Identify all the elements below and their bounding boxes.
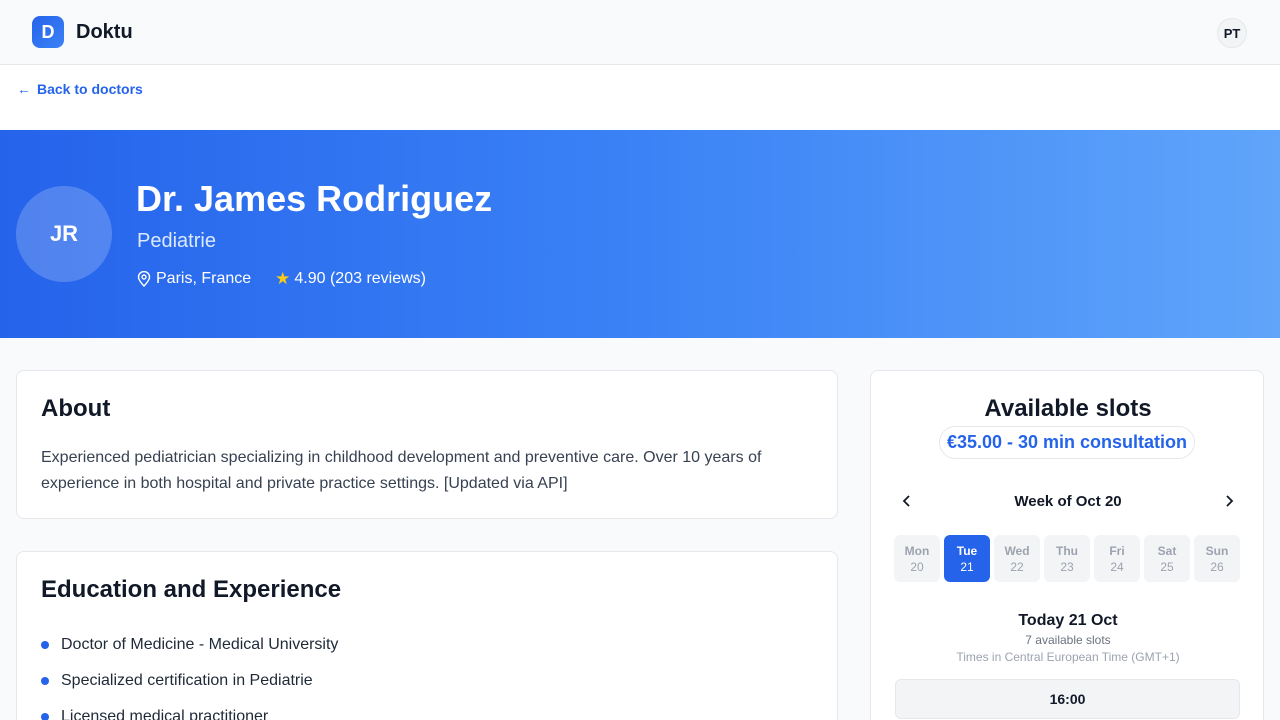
chevron-left-icon [902, 495, 910, 507]
day-number: 23 [1060, 559, 1074, 574]
available-count: 7 available slots [1025, 633, 1111, 647]
top-bar: D Doktu PT [0, 0, 1280, 65]
brand-name: Doktu [76, 20, 133, 43]
week-label: Week of Oct 20 [1014, 492, 1122, 510]
day-fri[interactable]: Fri 24 [1094, 535, 1140, 582]
doctor-rating: 4.90 (203 reviews) [294, 270, 427, 287]
list-item: Doctor of Medicine - Medical University [41, 627, 338, 663]
list-item-label: Licensed medical practitioner [61, 708, 269, 720]
day-name: Wed [1004, 543, 1030, 558]
bullet-icon [41, 641, 49, 649]
day-sun[interactable]: Sun 26 [1194, 535, 1240, 582]
day-thu[interactable]: Thu 23 [1044, 535, 1090, 582]
chevron-right-icon [1226, 495, 1234, 507]
list-item-label: Doctor of Medicine - Medical University [61, 636, 339, 653]
back-link-label: Back to doctors [37, 81, 143, 97]
slots-title: Available slots [984, 395, 1152, 422]
day-number: 21 [960, 559, 974, 574]
day-name: Sat [1157, 543, 1177, 558]
about-card: About Experienced pediatrician specializ… [16, 370, 838, 519]
day-sat[interactable]: Sat 25 [1144, 535, 1190, 582]
doctor-hero: JR Dr. James Rodriguez Pediatrie Paris, … [0, 130, 1280, 338]
day-name: Fri [1109, 543, 1125, 558]
education-title: Education and Experience [41, 576, 342, 603]
doctor-meta: Paris, France ★ 4.90 (203 reviews) [137, 269, 426, 289]
day-number: 24 [1110, 559, 1124, 574]
user-avatar[interactable]: PT [1217, 18, 1247, 48]
price-badge: €35.00 - 30 min consultation [939, 426, 1195, 459]
day-number: 26 [1210, 559, 1224, 574]
back-row: ← Back to doctors [0, 65, 1280, 130]
day-name: Mon [904, 543, 930, 558]
bullet-icon [41, 677, 49, 685]
day-selector: Mon 20 Tue 21 Wed 22 Thu 23 Fri 24 Sat 25 Sun 2… [894, 535, 1244, 582]
day-mon[interactable]: Mon 20 [894, 535, 940, 582]
education-card: Education and Experience Doctor of Medic… [16, 551, 838, 720]
back-to-doctors-link[interactable]: ← Back to doctors [17, 81, 143, 97]
map-pin-icon [137, 271, 151, 287]
star-icon: ★ [275, 269, 291, 288]
arrow-left-icon: ← [17, 81, 31, 97]
selected-day-info: Today 21 Oct 7 available slots Times in … [871, 611, 1265, 665]
time-slot-button[interactable]: 16:00 [895, 679, 1240, 719]
doctor-specialty: Pediatrie [137, 230, 216, 252]
bullet-icon [41, 713, 49, 720]
day-name: Sun [1205, 543, 1229, 558]
day-name: Thu [1056, 543, 1078, 558]
list-item-label: Specialized certification in Pediatrie [61, 672, 313, 689]
education-list: Doctor of Medicine - Medical University … [41, 627, 338, 720]
day-number: 20 [910, 559, 924, 574]
brand[interactable]: D Doktu [32, 16, 133, 48]
brand-logo: D [32, 16, 64, 48]
doctor-avatar: JR [16, 186, 112, 282]
list-item: Specialized certification in Pediatrie [41, 663, 338, 699]
day-number: 25 [1160, 559, 1174, 574]
previous-week-button[interactable] [895, 489, 919, 513]
next-week-button[interactable] [1217, 489, 1241, 513]
doctor-location: Paris, France [156, 270, 252, 287]
about-text: Experienced pediatrician specializing in… [41, 449, 762, 492]
week-navigation: Week of Oct 20 [895, 489, 1241, 513]
list-item: Licensed medical practitioner [41, 699, 338, 720]
timezone-note: Times in Central European Time (GMT+1) [956, 650, 1180, 664]
available-slots-card: Available slots €35.00 - 30 min consulta… [870, 370, 1264, 720]
day-name: Tue [956, 543, 978, 558]
about-title: About [41, 395, 111, 422]
day-wed[interactable]: Wed 22 [994, 535, 1040, 582]
day-tue[interactable]: Tue 21 [944, 535, 990, 582]
today-label: Today 21 Oct [1018, 612, 1118, 629]
day-number: 22 [1010, 559, 1024, 574]
doctor-name: Dr. James Rodriguez [136, 178, 493, 219]
